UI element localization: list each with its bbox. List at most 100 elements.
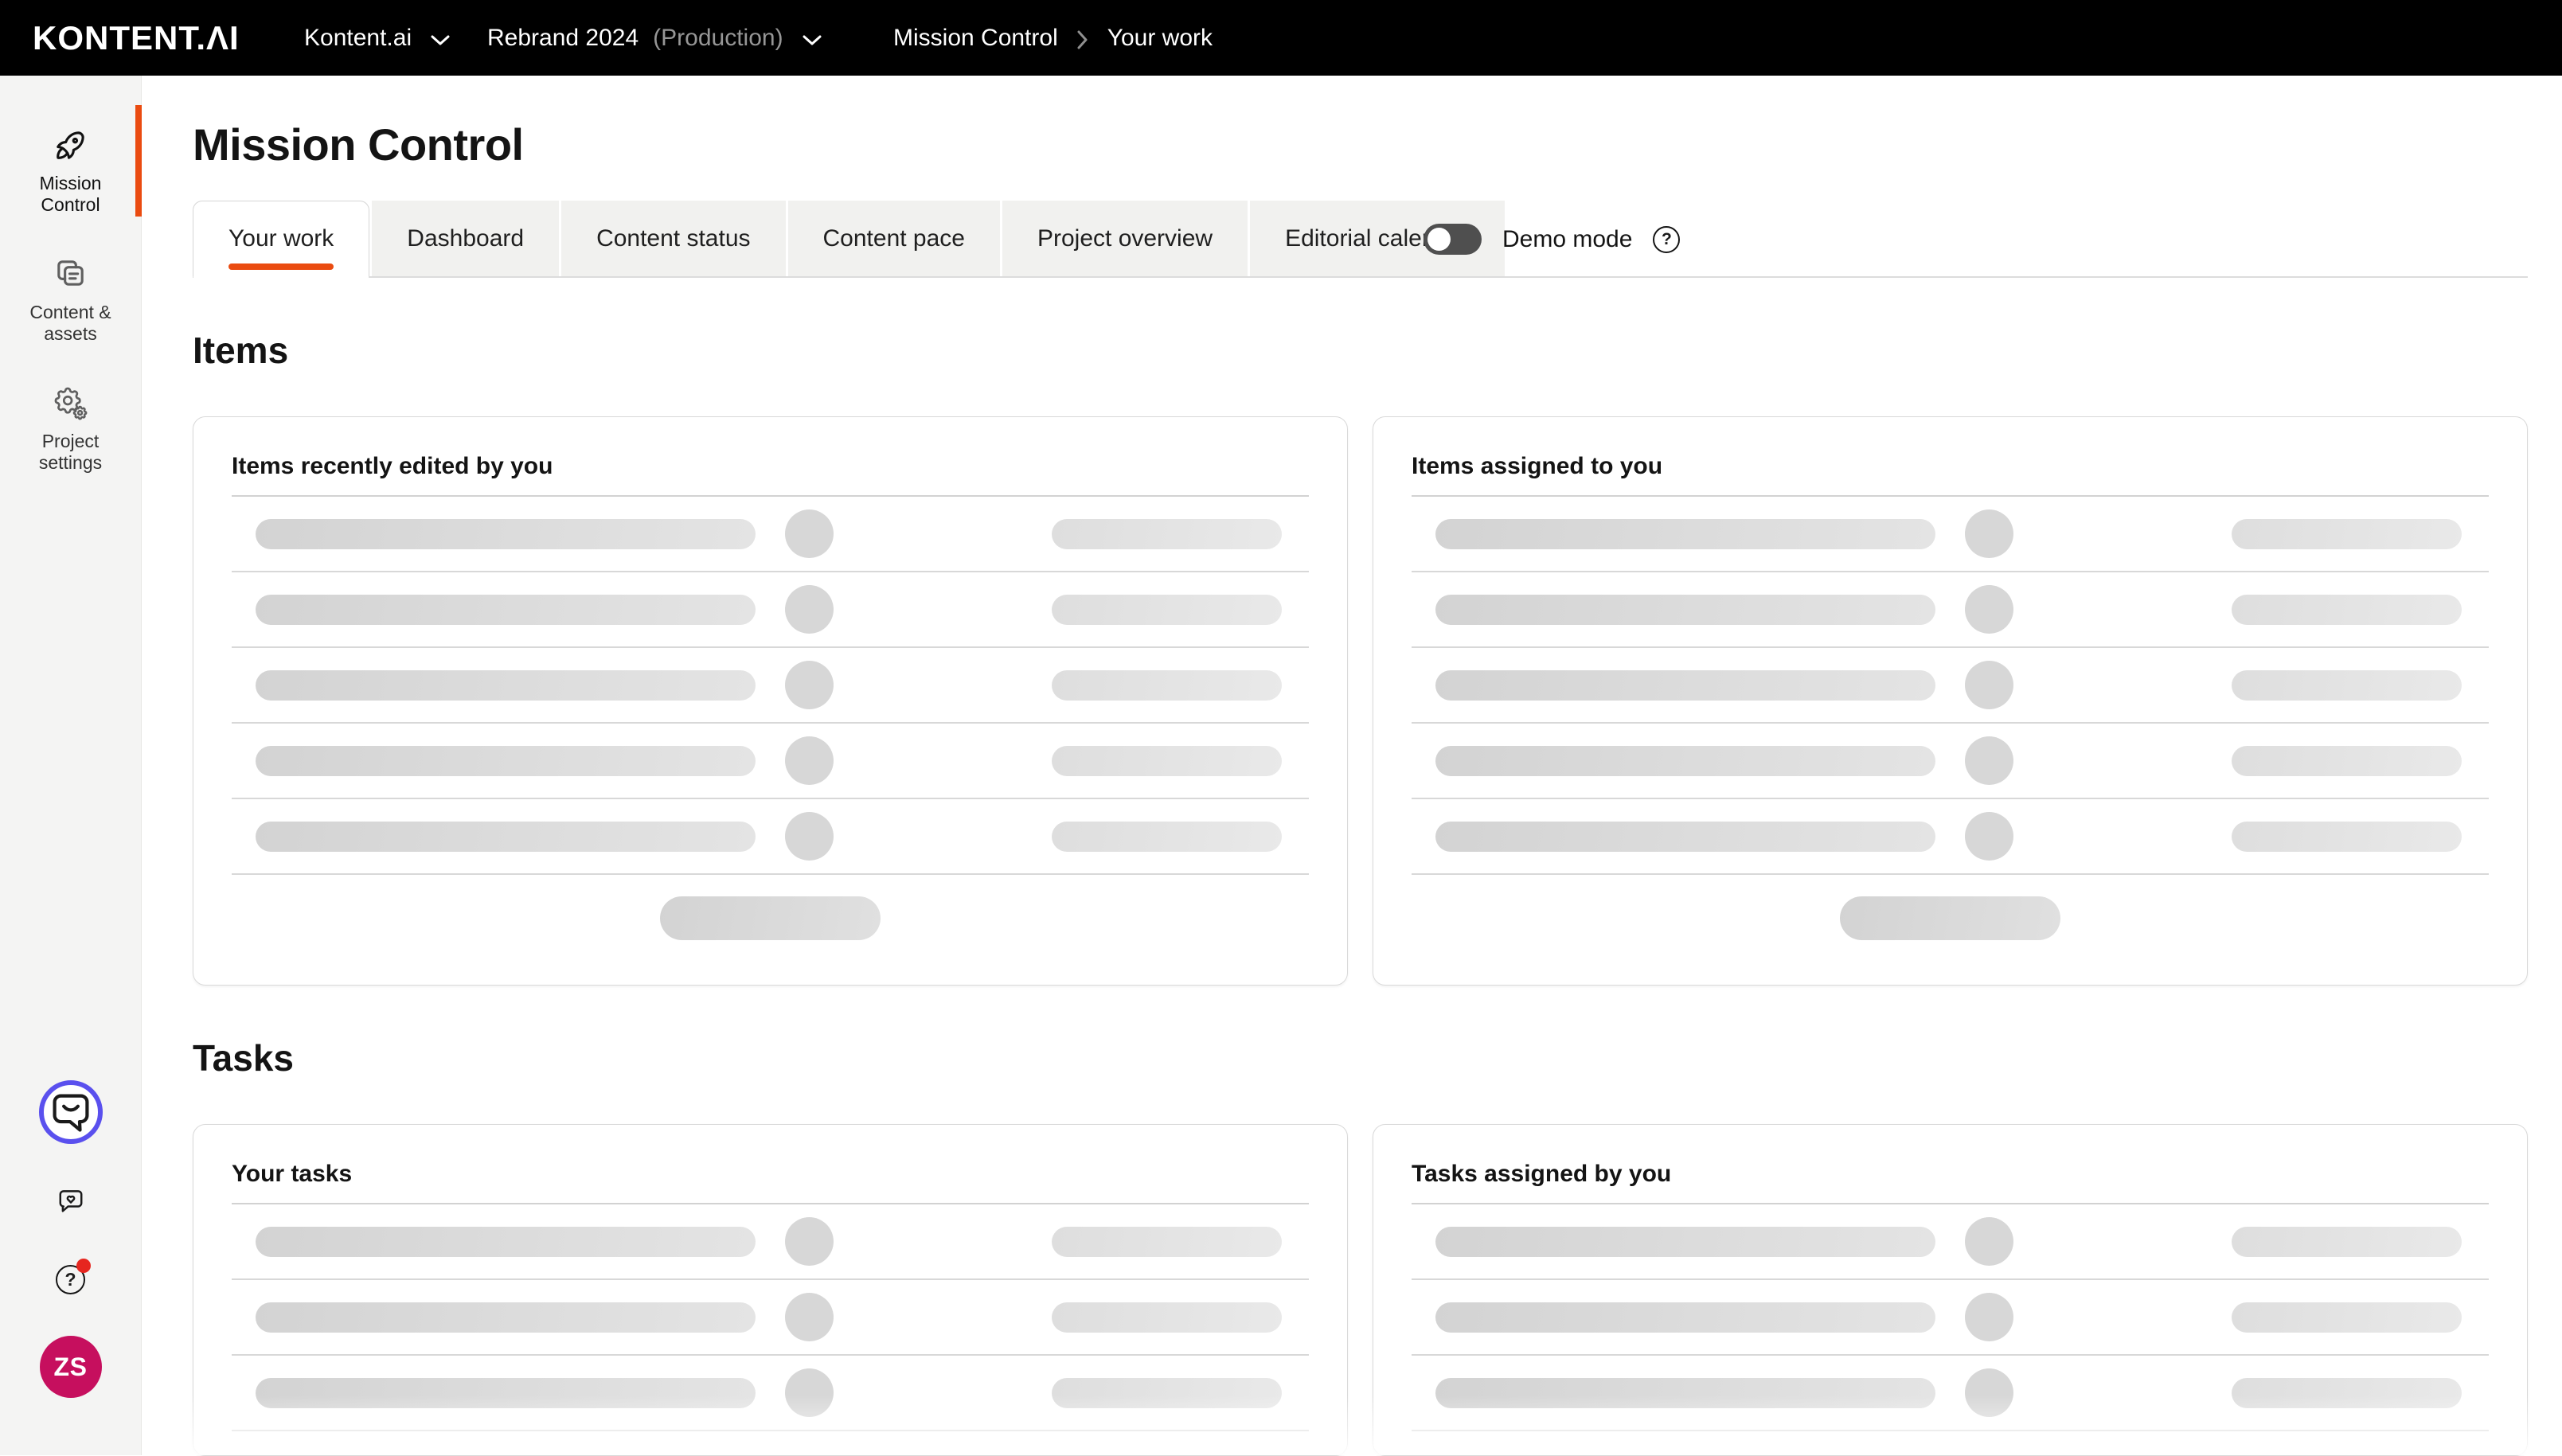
skeleton-avatar-circle — [785, 1217, 834, 1266]
tab-your-work[interactable]: Your work — [193, 201, 369, 276]
kontent-logo[interactable]: KONTENT.ΛI — [33, 0, 240, 76]
skeleton-bar-short — [2232, 595, 2462, 625]
skeleton-avatar-circle — [1965, 812, 2013, 861]
skeleton-bar-short — [1052, 746, 1282, 776]
skeleton-bar-long — [1435, 1227, 1935, 1257]
demo-mode-label: Demo mode — [1502, 226, 1632, 253]
top-bar: KONTENT.ΛI Kontent.ai Rebrand 2024 (Prod… — [0, 0, 2562, 76]
sidebar-item-label: Project settings — [27, 431, 115, 474]
card-footer — [232, 875, 1309, 961]
skeleton-row — [232, 1356, 1309, 1431]
skeleton-row — [1412, 1204, 2489, 1280]
skeleton-button-pill — [1840, 896, 2060, 940]
card-your-tasks: Your tasks — [193, 1124, 1348, 1456]
card-title: Items recently edited by you — [232, 452, 1309, 481]
main-content: Mission Control Your work Dashboard Conten… — [142, 76, 2562, 1455]
skeleton-row — [232, 1280, 1309, 1356]
tab-label: Content status — [596, 225, 750, 252]
feedback-button[interactable] — [55, 1185, 87, 1217]
breadcrumb-item-mission-control[interactable]: Mission Control — [893, 25, 1058, 52]
skeleton-row — [232, 799, 1309, 875]
skeleton-bar-short — [2232, 670, 2462, 701]
card-items-recently-edited-by-you: Items recently edited by you — [193, 416, 1348, 986]
active-item-indicator — [135, 105, 142, 217]
skeleton-bar-long — [256, 1378, 756, 1408]
user-avatar[interactable]: ZS — [40, 1336, 102, 1398]
chevron-right-icon — [1077, 30, 1088, 49]
skeleton-bar-short — [2232, 822, 2462, 852]
chat-heart-icon — [55, 1185, 87, 1217]
card-title: Tasks assigned by you — [1412, 1160, 2489, 1189]
skeleton-bar-short — [1052, 822, 1282, 852]
notification-dot — [76, 1259, 91, 1273]
sidebar-nav: Mission Control Content & assets Project s… — [0, 76, 141, 493]
skeleton-row — [232, 572, 1309, 648]
skeleton-bar-short — [2232, 1378, 2462, 1408]
skeleton-row — [1412, 1356, 2489, 1431]
page-title: Mission Control — [193, 119, 2528, 170]
skeleton-avatar-circle — [1965, 736, 2013, 785]
demo-mode-help-icon[interactable]: ? — [1653, 226, 1680, 253]
card-title: Items assigned to you — [1412, 452, 2489, 481]
skeleton-avatar-circle — [785, 509, 834, 558]
cards-grid: Items recently edited by you Items assign… — [193, 416, 2528, 986]
environment-switcher[interactable]: Rebrand 2024 (Production) — [487, 0, 822, 76]
question-mark-icon: ? — [64, 1269, 76, 1290]
tab-label: Dashboard — [407, 225, 524, 252]
skeleton-bar-short — [2232, 746, 2462, 776]
skeleton-bar-long — [1435, 822, 1935, 852]
card-items-assigned-to-you: Items assigned to you — [1373, 416, 2528, 986]
skeleton-row — [1412, 572, 2489, 648]
skeleton-bar-long — [256, 670, 756, 701]
breadcrumb-item-your-work[interactable]: Your work — [1107, 25, 1213, 52]
skeleton-row — [232, 497, 1309, 572]
skeleton-row — [232, 648, 1309, 724]
tab-dashboard[interactable]: Dashboard — [372, 201, 559, 276]
sidebar-item-project-settings[interactable]: Project settings — [0, 365, 141, 493]
skeleton-row — [1412, 648, 2489, 724]
tab-content-status[interactable]: Content status — [561, 201, 785, 276]
skeleton-avatar-circle — [785, 812, 834, 861]
skeleton-bar-long — [1435, 670, 1935, 701]
skeleton-avatar-circle — [785, 661, 834, 709]
skeleton-bar-short — [1052, 519, 1282, 549]
messenger-button[interactable] — [39, 1080, 103, 1144]
skeleton-bar-short — [1052, 1227, 1282, 1257]
skeleton-bar-long — [256, 1227, 756, 1257]
sidebar-item-content-assets[interactable]: Content & assets — [0, 236, 141, 364]
skeleton-row — [1412, 497, 2489, 572]
skeleton-bar-long — [256, 746, 756, 776]
skeleton-avatar-circle — [1965, 585, 2013, 634]
card-tasks-assigned-by-you: Tasks assigned by you — [1373, 1124, 2528, 1456]
chevron-down-icon — [431, 35, 450, 46]
rocket-icon — [52, 127, 89, 164]
workspace-switcher[interactable]: Kontent.ai — [304, 0, 450, 76]
toggle-knob — [1427, 228, 1451, 251]
cards-grid: Your tasks Tasks assigned by you — [193, 1124, 2528, 1456]
skeleton-avatar-circle — [1965, 1217, 2013, 1266]
demo-mode-group: Demo mode ? — [1424, 201, 1680, 278]
tab-label: Project overview — [1037, 225, 1213, 252]
chevron-down-icon — [803, 35, 822, 46]
tab-project-overview[interactable]: Project overview — [1002, 201, 1248, 276]
card-footer — [1412, 875, 2489, 961]
sidebar-footer: ? ZS — [0, 1080, 141, 1455]
help-button[interactable]: ? — [56, 1265, 85, 1294]
skeleton-avatar-circle — [1965, 1368, 2013, 1417]
skeleton-button-pill — [660, 896, 881, 940]
skeleton-bar-short — [2232, 519, 2462, 549]
chat-smile-icon — [44, 1085, 98, 1139]
skeleton-avatar-circle — [785, 585, 834, 634]
skeleton-row — [232, 724, 1309, 799]
demo-mode-toggle[interactable] — [1424, 224, 1482, 255]
skeleton-avatar-circle — [785, 736, 834, 785]
documents-icon — [52, 256, 89, 293]
sidebar-item-label: Content & assets — [27, 302, 115, 345]
tab-content-pace[interactable]: Content pace — [788, 201, 1000, 276]
sidebar-item-mission-control[interactable]: Mission Control — [0, 107, 141, 235]
skeleton-row — [1412, 799, 2489, 875]
skeleton-bar-short — [2232, 1302, 2462, 1333]
skeleton-bar-short — [1052, 670, 1282, 701]
tab-label: Your work — [228, 225, 334, 252]
skeleton-bar-long — [256, 595, 756, 625]
